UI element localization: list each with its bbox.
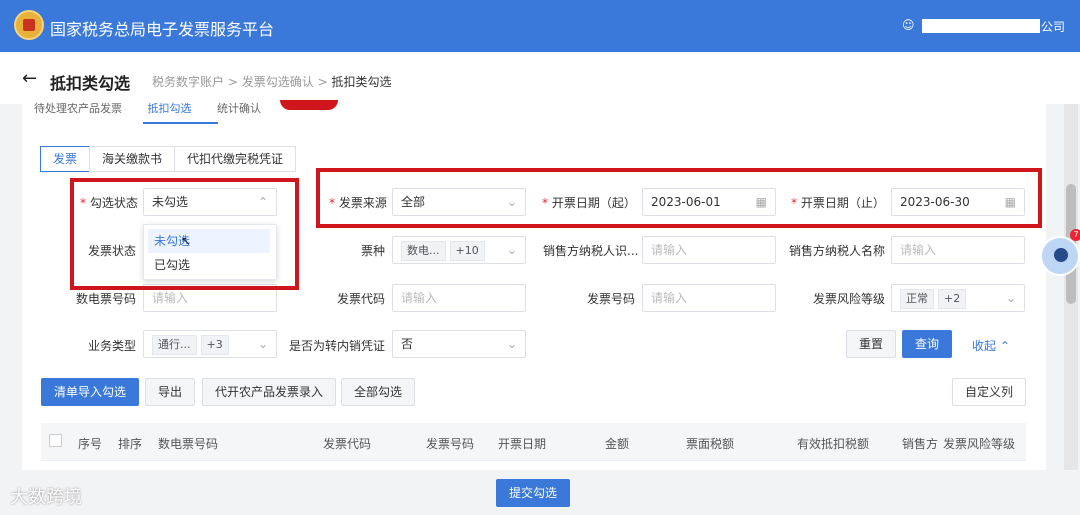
risk-level-label: 发票风险等级 [813, 292, 886, 306]
watermark: 大数跨境 [10, 487, 82, 508]
top-header: 国家税务总局电子发票服务平台 ☺ 公司 [0, 0, 1080, 52]
col-invoice-no: 发票号码 [426, 437, 475, 451]
chevron-down-icon: ⌄ [506, 243, 517, 257]
subtab-withholding[interactable]: 代扣代缴完税凭证 [174, 146, 297, 172]
col-digital-no[interactable]: 数电票号码 [158, 435, 218, 452]
col-tax[interactable]: 票面税额 [686, 435, 734, 452]
tab-deduct[interactable]: 抵扣勾选 [148, 102, 192, 115]
tag-count: +10 [449, 241, 485, 261]
select-all-button[interactable]: 全部勾选 [341, 378, 416, 406]
assistant-avatar-icon[interactable] [1040, 236, 1080, 276]
page-title: 抵扣类勾选 [50, 74, 131, 93]
red-annotation-mark [280, 100, 338, 110]
app-title: 国家税务总局电子发票服务平台 [50, 20, 275, 39]
scrollbar[interactable] [1064, 104, 1078, 470]
ticket-type-select[interactable]: 数电... +10 ⌄ [392, 236, 526, 264]
subtab-customs[interactable]: 海关缴款书 [89, 146, 176, 172]
query-button[interactable]: 查询 [902, 330, 953, 358]
notification-badge: 7 [1070, 229, 1080, 241]
invoice-no-input[interactable]: 请输入 [642, 284, 776, 312]
breadcrumb: 税务数字账户 > 发票勾选确认 > 抵扣类勾选 [152, 73, 391, 90]
reset-button[interactable]: 重置 [846, 330, 897, 358]
crumb-sep: > [317, 75, 328, 89]
biz-type-label: 业务类型 [88, 339, 137, 353]
subtab-invoice[interactable]: 发票 [40, 146, 91, 172]
collapse-link[interactable]: 收起 ⌃ [972, 337, 1010, 354]
ticket-type-label: 票种 [361, 244, 386, 258]
seller-id-label: 销售方纳税人识... [543, 244, 639, 258]
col-amount[interactable]: 金额 [605, 435, 629, 452]
risk-level-select[interactable]: 正常 +2 ⌄ [891, 284, 1025, 312]
tax-emblem-icon [14, 10, 44, 40]
invoice-code-label: 发票代码 [337, 292, 386, 306]
crumb-current: 抵扣类勾选 [331, 75, 392, 89]
tag: 数电... [401, 241, 446, 261]
tag: 正常 [900, 289, 934, 309]
tag: 通行... [152, 335, 197, 355]
transfer-label: 是否为转内销凭证 [289, 339, 386, 353]
col-index: 序号 [78, 437, 103, 451]
tab-agri[interactable]: 待处理农产品发票 [34, 102, 122, 115]
col-risk: 发票风险等级 [943, 437, 1016, 451]
col-seller: 销售方 [902, 437, 939, 451]
user-icon[interactable]: ☺ [902, 18, 916, 32]
red-highlight-box [316, 168, 1042, 228]
digital-no-label: 数电票号码 [76, 292, 137, 306]
submit-check-button[interactable]: 提交勾选 [496, 479, 570, 507]
tag-count: +2 [938, 289, 967, 309]
col-invoice-code: 发票代码 [323, 437, 372, 451]
seller-name-input[interactable]: 请输入 [891, 236, 1025, 264]
col-valid-tax[interactable]: 有效抵扣税额 [797, 435, 869, 452]
crumb-sep: > [227, 75, 238, 89]
export-button[interactable]: 导出 [145, 378, 196, 406]
tab-stats[interactable]: 统计确认 [217, 102, 261, 115]
chevron-down-icon: ⌄ [257, 337, 268, 351]
agri-entry-button[interactable]: 代开农产品发票录入 [202, 378, 337, 406]
crumb-account[interactable]: 税务数字账户 [152, 75, 224, 89]
col-date[interactable]: 开票日期 [498, 435, 546, 452]
crumb-confirm[interactable]: 发票勾选确认 [242, 75, 314, 89]
custom-columns-button[interactable]: 自定义列 [952, 378, 1027, 406]
chevron-down-icon: ⌄ [1005, 291, 1016, 305]
redacted-company-name[interactable] [922, 19, 1040, 33]
top-tabs: 待处理农产品发票 抵扣勾选 统计确认 [34, 100, 283, 116]
invoice-code-input[interactable]: 请输入 [392, 284, 526, 312]
company-suffix: 公司 [1041, 20, 1066, 34]
select-all-checkbox[interactable] [49, 434, 62, 447]
import-check-button[interactable]: 清单导入勾选 [41, 378, 140, 406]
transfer-select[interactable]: 否 ⌄ [392, 330, 526, 358]
active-tab-underline [143, 122, 218, 124]
chevron-down-icon: ⌄ [506, 337, 517, 351]
seller-id-input[interactable]: 请输入 [642, 236, 776, 264]
col-sort[interactable]: 排序 [118, 435, 142, 452]
back-arrow-icon[interactable]: ← [22, 68, 37, 89]
sub-tabs: 发票 海关缴款书 代扣代缴完税凭证 [40, 146, 297, 172]
seller-name-label: 销售方纳税人名称 [789, 244, 886, 258]
red-highlight-box [70, 178, 299, 290]
biz-type-select[interactable]: 通行... +3 ⌄ [143, 330, 277, 358]
tag-count: +3 [200, 335, 229, 355]
invoice-no-label: 发票号码 [587, 292, 636, 306]
